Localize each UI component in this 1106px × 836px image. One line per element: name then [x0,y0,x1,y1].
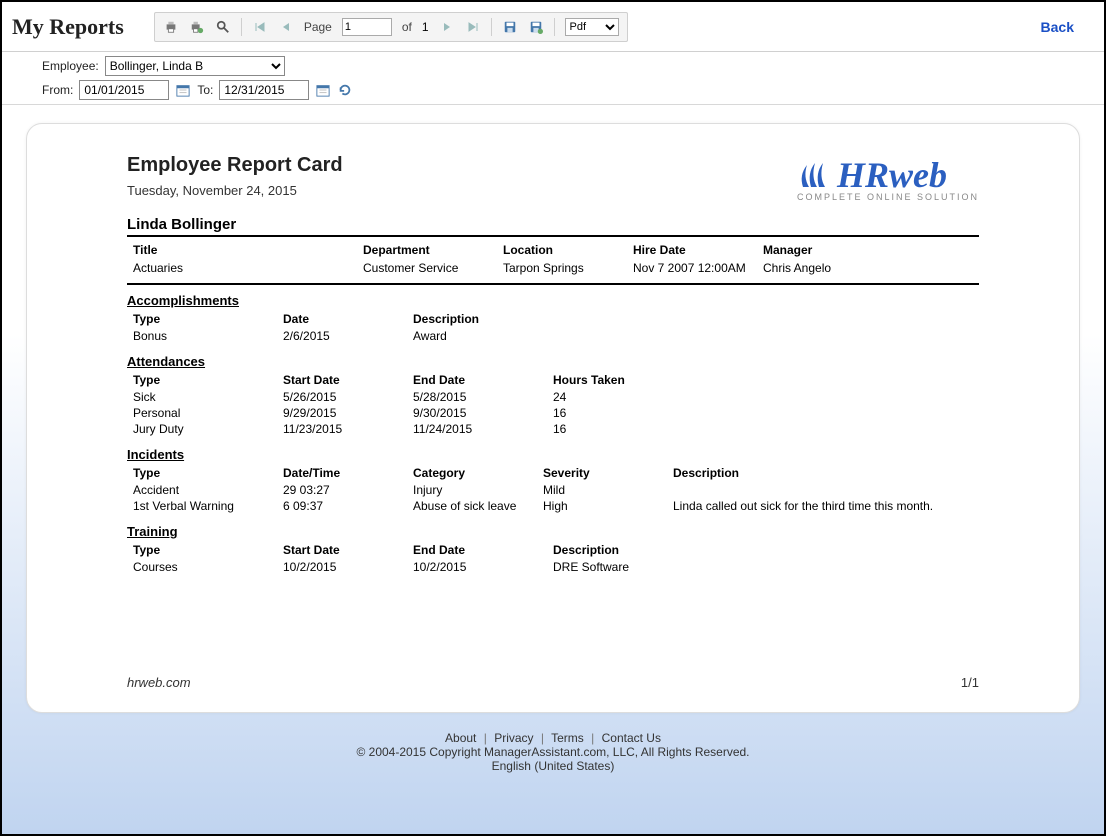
trn-row: Courses [133,559,283,575]
to-date-input[interactable] [219,80,309,100]
page-footer: About | Privacy | Terms | Contact Us © 2… [2,731,1104,773]
info-hd-title: Title [133,243,363,257]
section-training: Training [127,524,979,539]
footer-locale[interactable]: English (United States) [2,759,1104,773]
top-toolbar: My Reports Page of 1 [2,2,1104,52]
info-val-hire: Nov 7 2007 12:00AM [633,257,763,279]
att-row: Sick [133,389,283,405]
calendar-from-icon[interactable] [175,82,191,98]
from-date-input[interactable] [79,80,169,100]
page-input[interactable] [342,18,392,36]
logo-text: HRweb [837,154,947,196]
logo-swirl-icon [797,157,833,193]
info-val-title: Actuaries [133,257,363,279]
section-accomplishments: Accomplishments [127,293,979,308]
footer-contact[interactable]: Contact Us [602,731,661,745]
section-attendances: Attendances [127,354,979,369]
report-footer-right: 1/1 [961,675,979,690]
inc-row: Accident [133,482,283,498]
employee-select[interactable]: Bollinger, Linda B [105,56,285,76]
info-hd-mgr: Manager [763,243,979,257]
accomplishments-grid: Type Date Description Bonus 2/6/2015 Awa… [127,308,979,346]
info-hd-loc: Location [503,243,633,257]
first-page-icon[interactable] [252,19,268,35]
logo: HRweb [797,154,979,196]
to-label: To: [197,83,213,97]
att-row: Personal [133,405,283,421]
report-toolbar: Page of 1 Pdf [154,12,628,42]
footer-about[interactable]: About [445,731,476,745]
prev-page-icon[interactable] [278,19,294,35]
training-grid: Type Start Date End Date Description Cou… [127,539,979,577]
acc-row: Bonus [133,328,283,344]
attendances-grid: Type Start Date End Date Hours Taken Sic… [127,369,979,439]
att-row: Jury Duty [133,421,283,437]
from-label: From: [42,83,73,97]
report-footer-left: hrweb.com [127,675,191,690]
print-current-icon[interactable] [189,19,205,35]
save-icon[interactable] [502,19,518,35]
export-format-select[interactable]: Pdf [565,18,619,36]
search-icon[interactable] [215,19,231,35]
info-hd-hire: Hire Date [633,243,763,257]
of-label: of [402,20,412,34]
calendar-to-icon[interactable] [315,82,331,98]
report-date: Tuesday, November 24, 2015 [127,183,343,198]
total-pages: 1 [422,20,429,34]
last-page-icon[interactable] [465,19,481,35]
page-label: Page [304,20,332,34]
report-page: Employee Report Card Tuesday, November 2… [26,123,1080,713]
info-val-mgr: Chris Angelo [763,257,979,279]
next-page-icon[interactable] [439,19,455,35]
report-title: Employee Report Card [127,154,343,177]
employee-label: Employee: [42,59,99,73]
footer-privacy[interactable]: Privacy [494,731,533,745]
footer-copyright: © 2004-2015 Copyright ManagerAssistant.c… [2,745,1104,759]
employee-name: Linda Bollinger [127,216,979,237]
app-title: My Reports [12,14,124,40]
report-footer: hrweb.com 1/1 [127,675,979,690]
logo-subtitle: COMPLETE ONLINE SOLUTION [797,192,979,202]
back-link[interactable]: Back [1041,19,1074,35]
incidents-grid: Type Date/Time Category Severity Descrip… [127,462,979,516]
filter-bar: Employee: Bollinger, Linda B From: To: [2,52,1104,105]
info-val-dept: Customer Service [363,257,503,279]
employee-info-grid: Title Department Location Hire Date Mana… [127,237,979,285]
section-incidents: Incidents [127,447,979,462]
refresh-icon[interactable] [337,82,353,98]
inc-row: 1st Verbal Warning [133,498,283,514]
save-alt-icon[interactable] [528,19,544,35]
info-val-loc: Tarpon Springs [503,257,633,279]
print-icon[interactable] [163,19,179,35]
footer-terms[interactable]: Terms [551,731,584,745]
info-hd-dept: Department [363,243,503,257]
